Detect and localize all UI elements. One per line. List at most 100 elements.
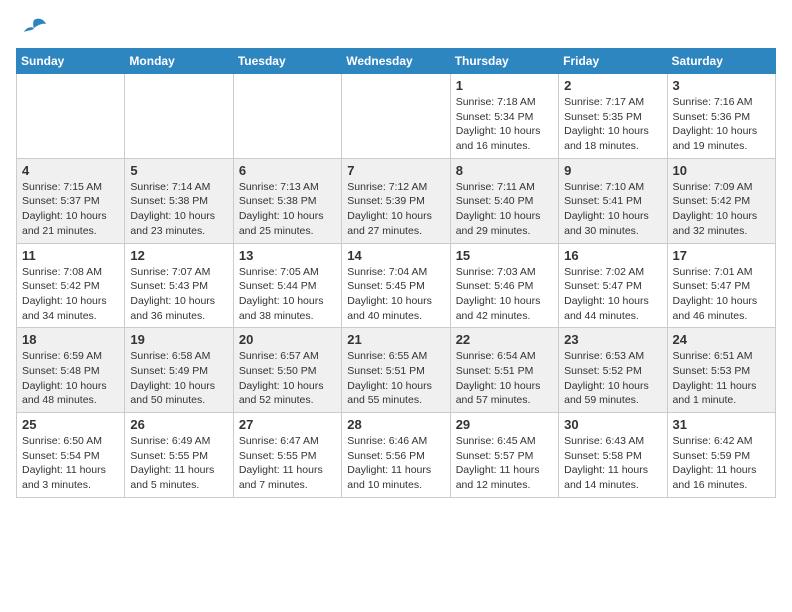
day-number: 29 — [456, 417, 553, 432]
day-number: 30 — [564, 417, 661, 432]
day-info: Sunrise: 6:59 AM Sunset: 5:48 PM Dayligh… — [22, 349, 119, 408]
day-info: Sunrise: 7:04 AM Sunset: 5:45 PM Dayligh… — [347, 265, 444, 324]
weekday-header-saturday: Saturday — [667, 49, 775, 74]
calendar-cell: 28 Sunrise: 6:46 AM Sunset: 5:56 PM Dayli… — [342, 413, 450, 498]
day-info: Sunrise: 6:58 AM Sunset: 5:49 PM Dayligh… — [130, 349, 227, 408]
logo-bird-icon — [20, 16, 48, 40]
calendar-cell — [17, 74, 125, 159]
weekday-header-sunday: Sunday — [17, 49, 125, 74]
calendar-week-4: 18 Sunrise: 6:59 AM Sunset: 5:48 PM Dayli… — [17, 328, 776, 413]
day-info: Sunrise: 6:57 AM Sunset: 5:50 PM Dayligh… — [239, 349, 336, 408]
calendar-cell: 21 Sunrise: 6:55 AM Sunset: 5:51 PM Dayli… — [342, 328, 450, 413]
day-info: Sunrise: 7:13 AM Sunset: 5:38 PM Dayligh… — [239, 180, 336, 239]
calendar-cell: 23 Sunrise: 6:53 AM Sunset: 5:52 PM Dayli… — [559, 328, 667, 413]
calendar-cell: 19 Sunrise: 6:58 AM Sunset: 5:49 PM Dayli… — [125, 328, 233, 413]
calendar-cell: 8 Sunrise: 7:11 AM Sunset: 5:40 PM Daylig… — [450, 158, 558, 243]
calendar-cell: 27Sunrise: 6:47 AM Sunset: 5:55 PM Dayli… — [233, 413, 341, 498]
day-info: Sunrise: 6:53 AM Sunset: 5:52 PM Dayligh… — [564, 349, 661, 408]
day-info: Sunrise: 7:14 AM Sunset: 5:38 PM Dayligh… — [130, 180, 227, 239]
day-number: 1 — [456, 78, 553, 93]
day-number: 7 — [347, 163, 444, 178]
calendar-cell: 26Sunrise: 6:49 AM Sunset: 5:55 PM Dayli… — [125, 413, 233, 498]
calendar-cell: 24Sunrise: 6:51 AM Sunset: 5:53 PM Dayli… — [667, 328, 775, 413]
day-number: 31 — [673, 417, 770, 432]
day-info: Sunrise: 6:55 AM Sunset: 5:51 PM Dayligh… — [347, 349, 444, 408]
day-number: 15 — [456, 248, 553, 263]
calendar-cell: 5 Sunrise: 7:14 AM Sunset: 5:38 PM Daylig… — [125, 158, 233, 243]
day-number: 16 — [564, 248, 661, 263]
day-info: Sunrise: 7:02 AM Sunset: 5:47 PM Dayligh… — [564, 265, 661, 324]
day-info: Sunrise: 7:01 AM Sunset: 5:47 PM Dayligh… — [673, 265, 770, 324]
day-info: Sunrise: 7:10 AM Sunset: 5:41 PM Dayligh… — [564, 180, 661, 239]
weekday-header-wednesday: Wednesday — [342, 49, 450, 74]
day-number: 5 — [130, 163, 227, 178]
calendar-cell — [125, 74, 233, 159]
calendar-cell: 9 Sunrise: 7:10 AM Sunset: 5:41 PM Daylig… — [559, 158, 667, 243]
day-info: Sunrise: 7:05 AM Sunset: 5:44 PM Dayligh… — [239, 265, 336, 324]
day-info: Sunrise: 6:43 AM Sunset: 5:58 PM Dayligh… — [564, 434, 661, 493]
day-info: Sunrise: 7:15 AM Sunset: 5:37 PM Dayligh… — [22, 180, 119, 239]
calendar-week-1: 1 Sunrise: 7:18 AM Sunset: 5:34 PM Daylig… — [17, 74, 776, 159]
day-number: 20 — [239, 332, 336, 347]
day-info: Sunrise: 6:42 AM Sunset: 5:59 PM Dayligh… — [673, 434, 770, 493]
day-number: 9 — [564, 163, 661, 178]
page-header — [16, 16, 776, 40]
weekday-header-thursday: Thursday — [450, 49, 558, 74]
day-info: Sunrise: 7:03 AM Sunset: 5:46 PM Dayligh… — [456, 265, 553, 324]
calendar-cell: 10Sunrise: 7:09 AM Sunset: 5:42 PM Dayli… — [667, 158, 775, 243]
day-info: Sunrise: 6:46 AM Sunset: 5:56 PM Dayligh… — [347, 434, 444, 493]
logo — [16, 16, 48, 40]
calendar-cell: 13 Sunrise: 7:05 AM Sunset: 5:44 PM Dayli… — [233, 243, 341, 328]
calendar-cell: 17 Sunrise: 7:01 AM Sunset: 5:47 PM Dayli… — [667, 243, 775, 328]
calendar-cell: 25 Sunrise: 6:50 AM Sunset: 5:54 PM Dayli… — [17, 413, 125, 498]
day-info: Sunrise: 7:11 AM Sunset: 5:40 PM Dayligh… — [456, 180, 553, 239]
calendar-cell: 12 Sunrise: 7:07 AM Sunset: 5:43 PM Dayli… — [125, 243, 233, 328]
calendar-header-row: SundayMondayTuesdayWednesdayThursdayFrid… — [17, 49, 776, 74]
day-info: Sunrise: 6:47 AM Sunset: 5:55 PM Dayligh… — [239, 434, 336, 493]
day-info: Sunrise: 6:49 AM Sunset: 5:55 PM Dayligh… — [130, 434, 227, 493]
calendar-cell: 31 Sunrise: 6:42 AM Sunset: 5:59 PM Dayli… — [667, 413, 775, 498]
calendar-cell — [233, 74, 341, 159]
day-info: Sunrise: 7:18 AM Sunset: 5:34 PM Dayligh… — [456, 95, 553, 154]
day-info: Sunrise: 7:07 AM Sunset: 5:43 PM Dayligh… — [130, 265, 227, 324]
day-number: 12 — [130, 248, 227, 263]
day-number: 13 — [239, 248, 336, 263]
calendar-cell: 16 Sunrise: 7:02 AM Sunset: 5:47 PM Dayli… — [559, 243, 667, 328]
calendar-cell: 15 Sunrise: 7:03 AM Sunset: 5:46 PM Dayli… — [450, 243, 558, 328]
day-number: 8 — [456, 163, 553, 178]
day-number: 19 — [130, 332, 227, 347]
calendar-cell: 11 Sunrise: 7:08 AM Sunset: 5:42 PM Dayli… — [17, 243, 125, 328]
day-info: Sunrise: 7:12 AM Sunset: 5:39 PM Dayligh… — [347, 180, 444, 239]
day-info: Sunrise: 7:08 AM Sunset: 5:42 PM Dayligh… — [22, 265, 119, 324]
weekday-header-monday: Monday — [125, 49, 233, 74]
day-number: 6 — [239, 163, 336, 178]
day-info: Sunrise: 6:45 AM Sunset: 5:57 PM Dayligh… — [456, 434, 553, 493]
day-number: 22 — [456, 332, 553, 347]
day-number: 23 — [564, 332, 661, 347]
day-number: 28 — [347, 417, 444, 432]
day-number: 25 — [22, 417, 119, 432]
calendar-cell — [342, 74, 450, 159]
day-info: Sunrise: 7:16 AM Sunset: 5:36 PM Dayligh… — [673, 95, 770, 154]
calendar-week-5: 25 Sunrise: 6:50 AM Sunset: 5:54 PM Dayli… — [17, 413, 776, 498]
day-number: 3 — [673, 78, 770, 93]
day-number: 4 — [22, 163, 119, 178]
calendar-cell: 3 Sunrise: 7:16 AM Sunset: 5:36 PM Daylig… — [667, 74, 775, 159]
calendar-cell: 18 Sunrise: 6:59 AM Sunset: 5:48 PM Dayli… — [17, 328, 125, 413]
day-info: Sunrise: 7:17 AM Sunset: 5:35 PM Dayligh… — [564, 95, 661, 154]
day-number: 10 — [673, 163, 770, 178]
calendar-table: SundayMondayTuesdayWednesdayThursdayFrid… — [16, 48, 776, 498]
day-info: Sunrise: 6:50 AM Sunset: 5:54 PM Dayligh… — [22, 434, 119, 493]
day-number: 14 — [347, 248, 444, 263]
calendar-cell: 6 Sunrise: 7:13 AM Sunset: 5:38 PM Daylig… — [233, 158, 341, 243]
day-info: Sunrise: 6:51 AM Sunset: 5:53 PM Dayligh… — [673, 349, 770, 408]
calendar-cell: 30 Sunrise: 6:43 AM Sunset: 5:58 PM Dayli… — [559, 413, 667, 498]
day-number: 11 — [22, 248, 119, 263]
day-number: 21 — [347, 332, 444, 347]
day-number: 17 — [673, 248, 770, 263]
calendar-cell: 22 Sunrise: 6:54 AM Sunset: 5:51 PM Dayli… — [450, 328, 558, 413]
day-info: Sunrise: 6:54 AM Sunset: 5:51 PM Dayligh… — [456, 349, 553, 408]
calendar-week-2: 4 Sunrise: 7:15 AM Sunset: 5:37 PM Daylig… — [17, 158, 776, 243]
day-number: 18 — [22, 332, 119, 347]
day-number: 2 — [564, 78, 661, 93]
